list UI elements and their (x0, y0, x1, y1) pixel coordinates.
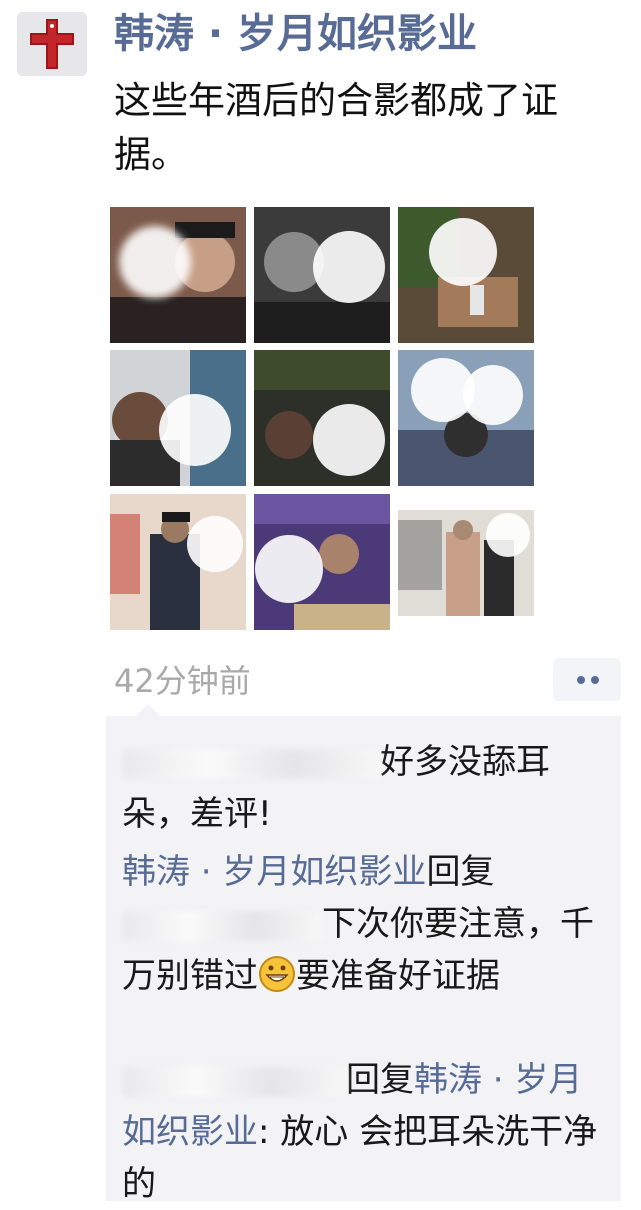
comment-text-continued: 要准备好证据 (296, 956, 500, 996)
reply-word: 回复 (346, 1060, 414, 1100)
redacted-reply-target (122, 910, 322, 941)
comment-area-caret (136, 704, 160, 716)
photo-thumbnail[interactable] (254, 494, 390, 630)
photo-thumbnail[interactable] (398, 510, 534, 616)
comment-item[interactable]: 韩涛 · 岁月如织影业回复下次你要注意，千万别错过 要准备好证据 (122, 846, 602, 1002)
more-actions-button[interactable] (553, 658, 621, 701)
photo-thumbnail[interactable] (110, 494, 246, 630)
post-text: 这些年酒后的合影都成了证据。 (114, 79, 558, 176)
photo-thumbnail[interactable] (110, 350, 246, 486)
photo-thumbnail[interactable] (398, 207, 534, 343)
redacted-commenter-name (122, 748, 380, 779)
photo-thumbnail[interactable] (110, 207, 246, 343)
avatar[interactable] (17, 12, 87, 76)
photo-thumbnail[interactable] (398, 350, 534, 486)
comment-item[interactable]: 回复韩涛 · 岁月如织影业: 放心 会把耳朵洗干净的 (122, 1054, 602, 1210)
photo-thumbnail[interactable] (254, 350, 390, 486)
post-author[interactable]: 韩涛 · 岁月如织影业 (114, 6, 477, 62)
red-cross-avatar-icon (17, 12, 87, 76)
ellipsis-icon (577, 676, 585, 684)
grinning-face-emoji-icon (258, 955, 296, 993)
redacted-commenter-name (122, 1066, 346, 1097)
ellipsis-icon (591, 676, 599, 684)
post-time: 42分钟前 (114, 662, 251, 700)
commenter-name[interactable]: 韩涛 · 岁月如织影业 (122, 852, 426, 892)
comment-item[interactable]: 好多没舔耳朵，差评! (122, 736, 602, 840)
reply-word: 回复 (426, 852, 495, 892)
photo-thumbnail[interactable] (254, 207, 390, 343)
